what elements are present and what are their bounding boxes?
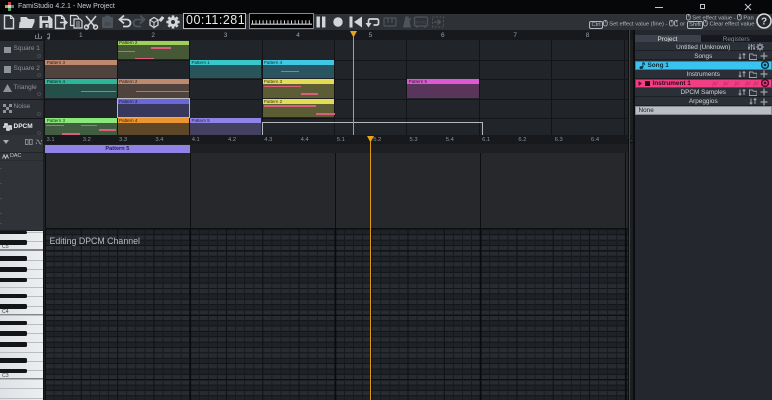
svg-text:?: ? xyxy=(761,17,767,28)
svg-text:NTSC: NTSC xyxy=(416,20,427,25)
